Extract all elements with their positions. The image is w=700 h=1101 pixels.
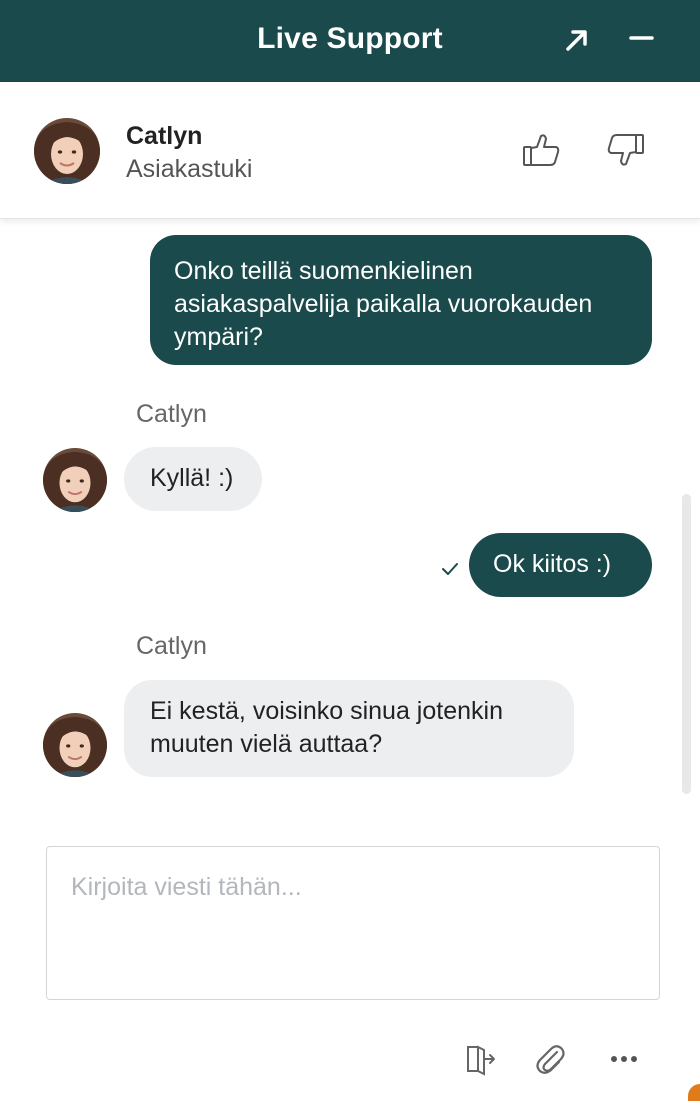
agent-bar: Catlyn Asiakastuki [0, 82, 700, 219]
scrollbar[interactable] [682, 494, 691, 794]
paperclip-icon [536, 1045, 565, 1074]
agent-message: Kyllä! :) [124, 447, 262, 511]
agent-message-avatar [43, 713, 107, 777]
more-button[interactable] [606, 1041, 642, 1077]
message-input[interactable] [47, 847, 659, 999]
arrow-up-right-icon [566, 30, 587, 51]
end-chat-button[interactable] [462, 1041, 498, 1077]
minimize-button[interactable] [619, 18, 663, 62]
thumbs-down-button[interactable] [604, 128, 648, 172]
exit-icon [467, 1045, 495, 1076]
thumbs-up-button[interactable] [519, 128, 563, 172]
message-author: Catlyn [136, 400, 207, 428]
minus-icon [629, 36, 654, 40]
agent-role: Asiakastuki [126, 155, 253, 183]
message-composer[interactable] [46, 846, 660, 1000]
more-icon [611, 1056, 637, 1062]
agent-message-avatar [43, 448, 107, 512]
expand-button[interactable] [555, 18, 599, 62]
thumbs-down-icon [607, 134, 644, 166]
check-icon [442, 563, 458, 575]
corner-accent [688, 1084, 700, 1101]
attach-button[interactable] [532, 1041, 568, 1077]
thumbs-up-icon [523, 134, 560, 166]
message-author: Catlyn [136, 632, 207, 660]
user-message: Onko teillä suomenkielinen asiakaspalvel… [150, 235, 652, 365]
chat-header: Live Support [0, 0, 700, 82]
agent-avatar [34, 118, 100, 184]
agent-message: Ei kestä, voisinko sinua jotenkin muuten… [124, 680, 574, 777]
agent-name: Catlyn [126, 122, 203, 150]
user-message: Ok kiitos :) [469, 533, 652, 597]
message-list[interactable]: Onko teillä suomenkielinen asiakaspalvel… [0, 219, 700, 819]
